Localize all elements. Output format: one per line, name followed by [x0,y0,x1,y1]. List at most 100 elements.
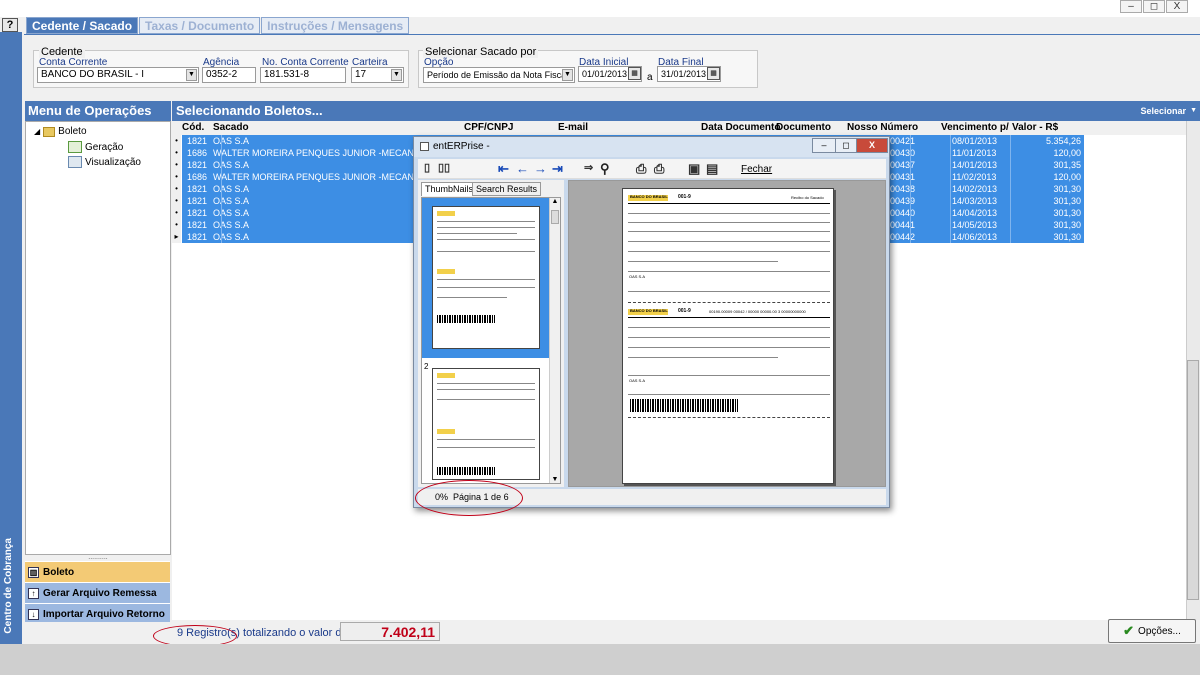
page-preview-area[interactable]: BANCO DO BRASIL 001-9 Recibo do Sacado O… [568,180,886,487]
minimize-button[interactable]: – [1120,0,1142,13]
col-sacado[interactable]: Sacado [213,122,249,133]
close-preview-button[interactable]: Fechar [741,164,772,175]
binoculars-icon[interactable]: ⚲ [600,161,610,177]
calendar-icon[interactable]: ▦ [707,67,720,80]
agencia-field[interactable]: 0352-2 [202,67,256,83]
single-page-icon[interactable]: ▯ [424,161,430,174]
preview-maximize-button[interactable]: ◻ [835,138,857,153]
goto-page-icon[interactable]: ⇒ [584,161,593,174]
row-indicator[interactable]: ▸ [172,231,181,243]
nav-button-boleto[interactable]: ▥ Boleto [25,561,170,582]
carteira-select[interactable]: 17 ▼ [351,67,404,83]
preview-title: entERPrise - [420,141,490,152]
next-page-icon[interactable]: → [534,161,547,176]
help-button[interactable]: ? [2,18,18,32]
nav-label-importar-retorno: Importar Arquivo Retorno [43,608,165,620]
row-indicator[interactable]: • [172,135,181,147]
cell-divider [950,135,951,147]
chevron-down-icon[interactable]: ▼ [562,69,573,81]
last-page-icon[interactable]: ⇥ [552,161,563,177]
nav-button-importar-retorno[interactable]: ↓ Importar Arquivo Retorno [25,603,170,624]
open-folder-icon[interactable]: ▤ [706,161,718,177]
calendar-icon[interactable]: ▦ [628,67,641,80]
scroll-down-icon[interactable]: ▼ [550,476,560,483]
thumbnail-page-2[interactable] [432,368,540,480]
print-icon[interactable]: ⎙ [636,161,646,177]
col-documento[interactable]: Documento [776,122,831,133]
opcao-value: Período de Emissão da Nota Fiscal [427,70,569,80]
cell-divider [221,183,222,195]
cut-line [628,302,830,303]
thumbnail-scrollbar[interactable]: ▲ ▼ [549,198,560,483]
cell-nosso-numero: 00441 [890,220,916,230]
opcao-select[interactable]: Período de Emissão da Nota Fiscal ▼ [423,67,575,83]
tree-item-boleto[interactable]: ◢ Boleto [34,126,87,137]
chevron-down-icon[interactable]: ▼ [391,69,402,81]
conta-select[interactable]: BANCO DO BRASIL - I ▼ [37,67,199,83]
report-preview-window[interactable]: entERPrise - – ◻ X ▯ ▯▯ ⇤ ← → ⇥ ⇒ ⚲ ⎙ ⎙ … [413,136,890,516]
thumbnail-list[interactable]: 2 ▲ ▼ [421,197,561,484]
row-indicator[interactable]: • [172,159,181,171]
sacado-name-1: OAS S.A [629,274,646,279]
save-icon[interactable]: ▣ [688,161,700,177]
cell-divider [221,171,222,183]
preview-minimize-button[interactable]: – [812,138,836,153]
col-vencimento[interactable]: Vencimento p/ [941,122,1009,133]
tab-instrucoes-mensagens[interactable]: Instruções / Mensagens [261,17,410,34]
row-indicator[interactable]: • [172,147,181,159]
range-separator: a [647,72,653,83]
col-valor[interactable]: Valor - R$ [1012,122,1058,133]
cell-divider [1010,147,1011,159]
bank-name-1: BANCO DO BRASIL [630,194,668,199]
row-indicator[interactable]: • [172,207,181,219]
print-setup-icon[interactable]: ⎙ [654,161,664,177]
tab-taxas-documento[interactable]: Taxas / Documento [139,17,261,34]
cell-divider [910,159,911,171]
row-indicator[interactable]: • [172,183,181,195]
nav-button-gerar-remessa[interactable]: ↑ Gerar Arquivo Remessa [25,582,170,603]
carteira-value: 17 [355,69,367,80]
cell-divider [221,195,222,207]
cell-divider [950,231,951,243]
cell-sacado: WALTER MOREIRA PENQUES JUNIOR -MECANICA [213,148,430,158]
col-cpf-cnpj[interactable]: CPF/CNPJ [464,122,513,133]
tree-expand-icon[interactable]: ◢ [34,127,40,136]
select-menu[interactable]: Selecionar [1140,101,1186,121]
options-button[interactable]: ✔ Opções... [1108,619,1196,643]
numconta-field[interactable]: 181.531-8 [260,67,346,83]
first-page-icon[interactable]: ⇤ [498,161,509,177]
thumbnail-page-1[interactable] [432,206,540,349]
restore-button[interactable]: ◻ [1143,0,1165,13]
tab-cedente-sacado[interactable]: Cedente / Sacado [26,17,139,34]
scroll-up-icon[interactable]: ▲ [550,198,560,205]
cell-sacado: WALTER MOREIRA PENQUES JUNIOR -MECANICA [213,172,430,182]
close-button[interactable]: X [1166,0,1188,13]
cell-divider [221,207,222,219]
two-page-icon[interactable]: ▯▯ [438,161,450,174]
chevron-down-icon[interactable]: ▼ [1190,101,1197,121]
row-indicator[interactable]: • [172,219,181,231]
scrollbar-thumb[interactable] [1187,360,1199,600]
col-email[interactable]: E-mail [558,122,588,133]
tab-search-results[interactable]: Search Results [472,182,542,196]
row-indicator[interactable]: • [172,195,181,207]
options-label: Opções... [1138,625,1181,637]
prev-page-icon[interactable]: ← [516,161,529,176]
cell-divider [950,147,951,159]
cell-divider [950,219,951,231]
preview-toolbar: ▯ ▯▯ ⇤ ← → ⇥ ⇒ ⚲ ⎙ ⎙ ▣ ▤ Fechar [418,159,886,179]
thumbnail-scroll-thumb[interactable] [551,210,559,224]
cell-nosso-numero: 00438 [890,184,916,194]
tab-thumbnails[interactable]: ThumbNails [421,182,478,196]
row-indicator[interactable]: • [172,171,181,183]
tree-item-visualizacao[interactable]: Visualização [68,156,141,168]
bank-code-2: 001-9 [678,308,691,314]
tab-bar: Cedente / Sacado Taxas / Documento Instr… [26,17,410,34]
barcode-icon: ▥ [28,566,39,578]
preview-close-button[interactable]: X [856,138,888,153]
col-cod[interactable]: Cód. [182,122,204,133]
chevron-down-icon[interactable]: ▼ [186,69,197,81]
col-nosso-numero[interactable]: Nosso Número [847,122,918,133]
tree-item-geracao[interactable]: Geração [68,141,123,153]
col-data-documento[interactable]: Data Documento [701,122,780,133]
